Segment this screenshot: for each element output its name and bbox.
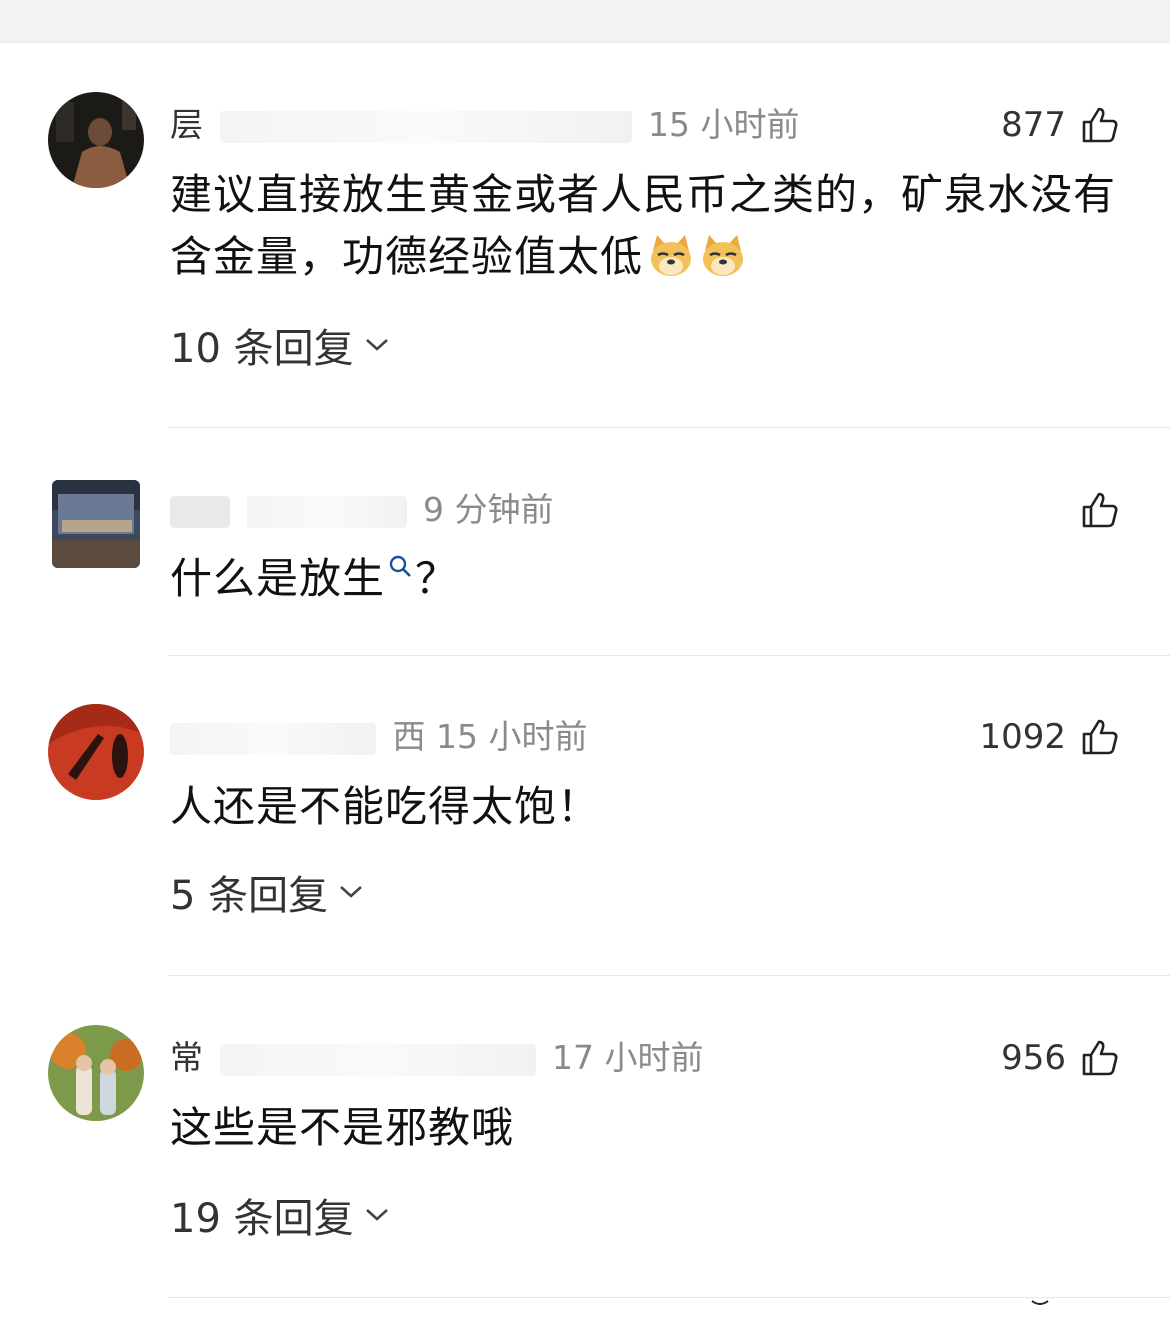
divider bbox=[168, 427, 1170, 428]
comment-meta: 层 15 小时前 bbox=[170, 103, 799, 147]
chevron-down-icon bbox=[365, 1209, 388, 1221]
comment-text: 建议直接放生黄金或者人民币之类的，矿泉水没有含金量，功德经验值太低 bbox=[170, 170, 1117, 281]
comment-text: 人还是不能吃得太饱！ bbox=[170, 782, 601, 831]
timestamp: 15 小时前 bbox=[648, 105, 800, 144]
username[interactable]: 层 bbox=[170, 105, 203, 144]
expand-replies-button[interactable]: 5 条回复 bbox=[170, 864, 364, 920]
search-icon[interactable] bbox=[387, 553, 413, 579]
like-count: 877 bbox=[1001, 105, 1066, 145]
comment-meta: 9 分钟前 bbox=[170, 488, 554, 532]
redacted-username bbox=[170, 495, 230, 528]
avatar[interactable] bbox=[48, 1025, 144, 1121]
comment-meta: 西 15 小时前 bbox=[170, 715, 587, 759]
redacted-username bbox=[246, 495, 407, 528]
divider bbox=[168, 975, 1170, 976]
chevron-down-icon bbox=[340, 886, 363, 898]
reply-count: 19 条回复 bbox=[170, 1196, 354, 1242]
avatar[interactable] bbox=[48, 92, 144, 188]
thumbs-up-icon bbox=[1082, 719, 1118, 755]
comment-text: 什么是放生 ？ bbox=[170, 553, 459, 603]
like-button[interactable]: 956 bbox=[1001, 1036, 1120, 1080]
thumbs-up-icon bbox=[1082, 107, 1118, 143]
doge-emoji-icon bbox=[703, 235, 744, 276]
reply-count: 10 条回复 bbox=[170, 326, 354, 372]
like-button[interactable] bbox=[1080, 488, 1120, 532]
thumbs-up-icon bbox=[1082, 492, 1118, 528]
top-bar bbox=[0, 0, 1170, 43]
expand-replies-button[interactable]: 19 条回复 bbox=[170, 1187, 390, 1243]
scroll-indicator bbox=[1031, 1300, 1049, 1305]
avatar[interactable] bbox=[52, 480, 140, 568]
like-button[interactable]: 1092 bbox=[979, 715, 1120, 759]
doge-emoji-icon bbox=[651, 235, 692, 276]
avatar[interactable] bbox=[48, 704, 144, 800]
thumbs-up-icon bbox=[1082, 1040, 1118, 1076]
like-button[interactable]: 877 bbox=[1001, 103, 1120, 147]
chevron-down-icon bbox=[365, 339, 388, 351]
timestamp: 西 15 小时前 bbox=[392, 717, 588, 756]
expand-replies-button[interactable]: 10 条回复 bbox=[170, 317, 390, 373]
redacted-username bbox=[219, 110, 632, 143]
timestamp: 9 分钟前 bbox=[423, 490, 554, 529]
divider bbox=[168, 1297, 1170, 1298]
redacted-username bbox=[170, 722, 376, 755]
comment-meta: 常 17 小时前 bbox=[170, 1036, 703, 1080]
timestamp: 17 小时前 bbox=[552, 1038, 704, 1077]
redacted-username bbox=[219, 1043, 536, 1076]
divider bbox=[168, 655, 1170, 656]
comment-text: 这些是不是邪教哦 bbox=[170, 1103, 515, 1152]
like-count: 956 bbox=[1001, 1038, 1066, 1078]
reply-count: 5 条回复 bbox=[170, 873, 329, 919]
username[interactable]: 常 bbox=[170, 1038, 203, 1077]
like-count: 1092 bbox=[979, 717, 1066, 757]
